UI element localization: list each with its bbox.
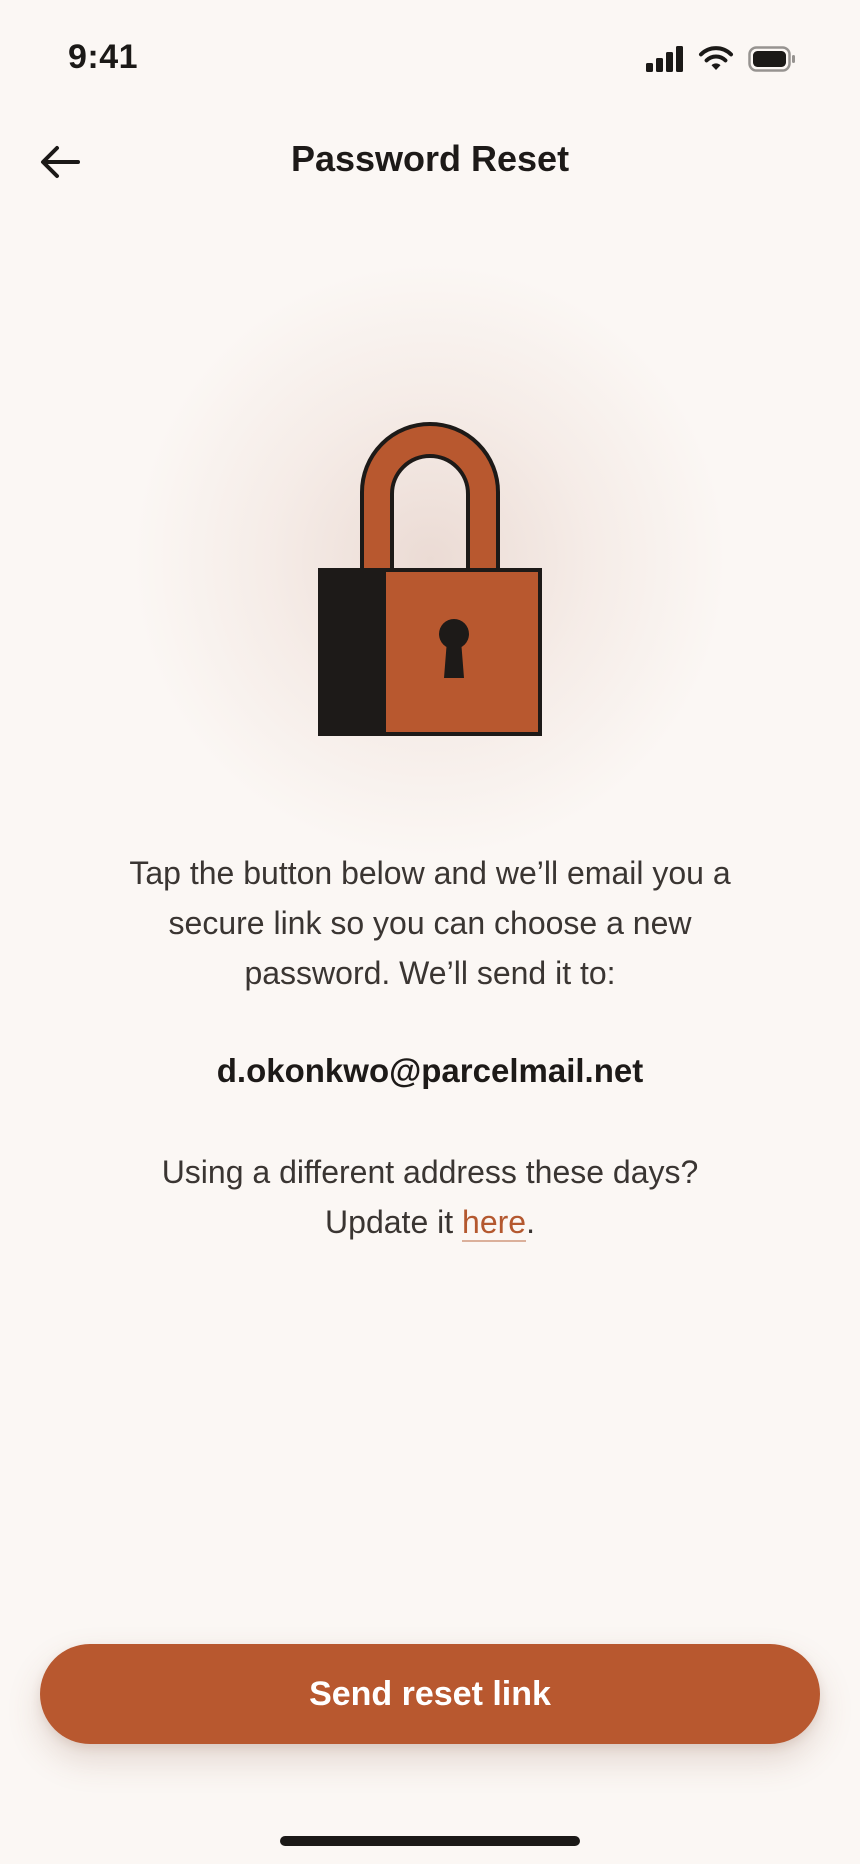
wifi-icon	[698, 46, 734, 77]
update-note-text: Using a different address these days? Up…	[161, 1154, 699, 1240]
update-email-link[interactable]: here	[462, 1204, 527, 1242]
status-bar: 9:41	[0, 0, 860, 120]
battery-icon	[748, 46, 796, 77]
nav-bar: Password Reset	[0, 120, 860, 204]
update-note-suffix: .	[526, 1204, 535, 1240]
status-time: 9:41	[68, 38, 139, 76]
status-icons	[646, 46, 796, 77]
reset-description: Tap the button below and we’ll email you…	[129, 855, 731, 991]
page-title: Password Reset	[290, 138, 570, 179]
home-indicator[interactable]	[280, 1836, 580, 1846]
account-email: d.okonkwo@parcelmail.net	[216, 1052, 644, 1089]
update-email-note: Using a different address these days? Up…	[160, 1147, 700, 1247]
signal-icon	[646, 46, 684, 77]
send-reset-link-button[interactable]: Send reset link	[40, 1644, 820, 1744]
padlock-icon	[316, 422, 544, 738]
